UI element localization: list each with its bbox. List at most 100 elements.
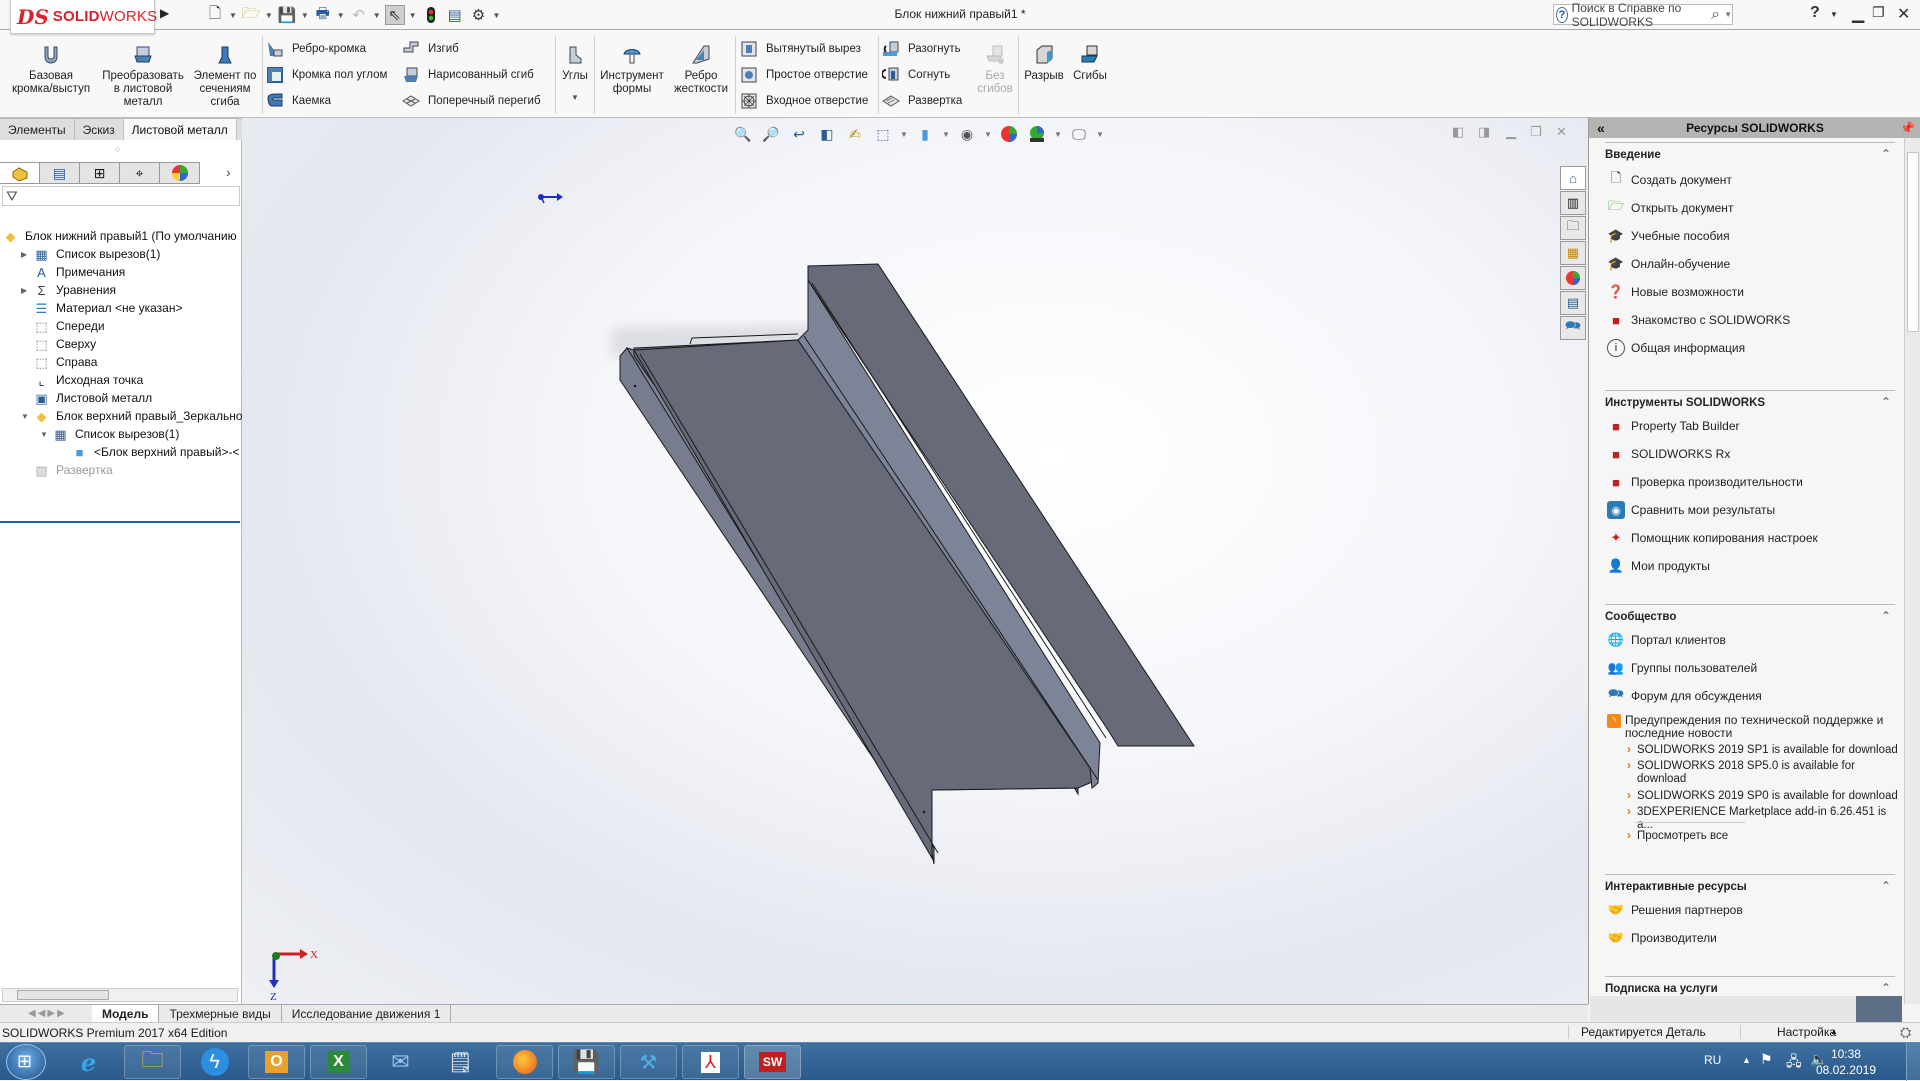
task-pane-scrollbar-thumb[interactable] xyxy=(1907,152,1919,332)
section-subscription-header[interactable]: Подписка на услуги ⌃ xyxy=(1605,976,1895,995)
lofted-bend-button[interactable]: Элемент по сечениям сгиба xyxy=(190,44,260,109)
news-link[interactable]: SOLIDWORKS 2019 SP0 is available for dow… xyxy=(1627,790,1905,803)
tree-item[interactable]: ▣ Листовой металл xyxy=(21,388,152,408)
miter-flange-button[interactable]: Кромка пол углом xyxy=(266,66,387,84)
section-online-resources-header[interactable]: Интерактивные ресурсы ⌃ xyxy=(1605,874,1895,893)
tree-item[interactable]: ⌞ Исходная точка xyxy=(21,370,143,390)
resource-compare-results[interactable]: ◉ Сравнить мои результаты xyxy=(1607,500,1775,520)
tree-item[interactable]: ▶ ▦ Список вырезов(1) xyxy=(21,244,160,264)
corners-dropdown-icon[interactable]: ▼ xyxy=(558,91,592,104)
rebuild-status-icon[interactable]: ⛭ xyxy=(1900,1024,1911,1041)
resource-solidworks-rx[interactable]: ■ SOLIDWORKS Rx xyxy=(1607,444,1730,464)
resource-user-groups[interactable]: 👥 Группы пользователей xyxy=(1607,658,1757,678)
pin-icon[interactable]: 📌 xyxy=(1900,121,1915,135)
tree-item[interactable]: ☰ Материал <не указан> xyxy=(21,298,183,318)
tab-3d-views[interactable]: Трехмерные виды xyxy=(159,1004,282,1023)
tree-item[interactable]: ⬚ Спереди xyxy=(21,316,104,336)
help-dropdown-icon[interactable]: ▼ xyxy=(1830,10,1838,19)
resource-tutorials[interactable]: 🎓 Учебные пособия xyxy=(1607,226,1730,246)
excel-icon[interactable]: X xyxy=(310,1045,367,1079)
edge-flange-button[interactable]: Ребро-кромка xyxy=(266,40,366,58)
resource-my-products[interactable]: 👤 Мои продукты xyxy=(1607,556,1710,576)
tree-item[interactable]: ▼ ◆ Блок верхний правый_Зеркально с xyxy=(21,406,252,426)
unfold-button[interactable]: Разогнуть xyxy=(882,40,961,58)
collapse-caret-icon[interactable]: ⌃ xyxy=(1881,609,1891,623)
fold-button[interactable]: Согнуть xyxy=(882,66,950,84)
panel-splitter-handle[interactable]: ○ xyxy=(115,144,120,154)
configuration-manager-tab[interactable]: ⊞ xyxy=(80,162,120,184)
sketched-bend-button[interactable]: Нарисованный сгиб xyxy=(402,66,534,84)
show-desktop-button[interactable] xyxy=(1906,1043,1920,1081)
insert-bends-button[interactable]: Сгибы xyxy=(1068,44,1112,83)
collapse-caret-icon[interactable]: ⌃ xyxy=(1881,981,1891,995)
expand-toggle-icon[interactable]: ▼ xyxy=(40,430,52,439)
tab-navigation-arrows-icon[interactable]: ◀◀▶▶ xyxy=(0,1008,70,1019)
news-link[interactable]: SOLIDWORKS 2018 SP5.0 is available for d… xyxy=(1627,760,1905,786)
view-all-news-link[interactable]: Просмотреть все xyxy=(1627,830,1905,843)
tab-model[interactable]: Модель xyxy=(92,1004,160,1023)
resource-manufacturers[interactable]: 🤝 Производители xyxy=(1607,928,1717,948)
horizontal-scrollbar[interactable] xyxy=(2,988,238,1002)
cam-app-icon[interactable]: ⚒ xyxy=(620,1045,677,1079)
simple-hole-button[interactable]: Простое отверстие xyxy=(740,66,868,84)
gusset-button[interactable]: Ребро жесткости xyxy=(670,44,732,96)
system-clock[interactable]: 10:38 08.02.2019 xyxy=(1816,1046,1876,1078)
hem-button[interactable]: Каемка xyxy=(266,92,331,110)
resource-online-learning[interactable]: 🎓 Онлайн-обучение xyxy=(1607,254,1730,274)
tab-motion-study[interactable]: Исследование движения 1 xyxy=(282,1004,452,1023)
convert-sheet-metal-button[interactable]: Преобразовать в листовой металл xyxy=(98,44,188,109)
save-app-icon[interactable]: 💾 xyxy=(558,1045,615,1079)
vent-button[interactable]: Входное отверстие xyxy=(740,92,868,110)
notepad-icon[interactable]: 🗒 xyxy=(432,1045,489,1079)
forming-tool-button[interactable]: Инструмент формы xyxy=(597,44,667,96)
acrobat-icon[interactable]: ⅄ xyxy=(682,1045,739,1079)
action-center-flag-icon[interactable]: ⚑ xyxy=(1760,1051,1773,1068)
show-hidden-icons-icon[interactable]: ▲ xyxy=(1742,1055,1751,1065)
news-link[interactable]: SOLIDWORKS 2019 SP1 is available for dow… xyxy=(1627,744,1905,757)
solidworks-logo[interactable]: DS SOLIDWORKS xyxy=(10,0,157,34)
resource-customer-portal[interactable]: 🌐 Портал клиентов xyxy=(1607,630,1726,650)
tree-item[interactable]: ⬚ Сверху xyxy=(21,334,96,354)
resource-general-info[interactable]: i Общая информация xyxy=(1607,338,1745,358)
section-intro-header[interactable]: Введение ⌃ xyxy=(1605,142,1895,161)
tree-item[interactable]: ■ <Блок верхний правый>-< xyxy=(59,442,240,462)
units-dropdown-icon[interactable]: ▲ xyxy=(1830,1027,1838,1036)
units-selector[interactable]: Настройка xyxy=(1740,1025,1860,1039)
resource-whats-new[interactable]: ❓ Новые возможности xyxy=(1607,282,1744,302)
collapse-caret-icon[interactable]: ⌃ xyxy=(1881,395,1891,409)
search-icon[interactable]: ⌕ xyxy=(1711,6,1720,24)
collapse-caret-icon[interactable]: ⌃ xyxy=(1881,147,1891,161)
close-button[interactable]: ✕ xyxy=(1897,4,1910,24)
sheet-metal-part-model[interactable] xyxy=(242,118,1588,1004)
network-icon[interactable]: 🖧 xyxy=(1786,1051,1802,1075)
resource-performance-benchmark[interactable]: ■ Проверка производительности xyxy=(1607,472,1803,492)
feature-filter-input[interactable]: ⛛ xyxy=(2,186,240,206)
property-manager-tab[interactable]: ▤ xyxy=(40,162,80,184)
tab-sheet-metal[interactable]: Листовой металл xyxy=(123,118,237,140)
search-dropdown-icon[interactable]: ▼ xyxy=(1724,10,1732,19)
display-manager-tab[interactable] xyxy=(160,162,200,184)
cross-break-button[interactable]: Поперечный перегиб xyxy=(402,92,541,110)
feature-tree-tab[interactable] xyxy=(0,162,40,184)
internet-explorer-icon[interactable]: e xyxy=(60,1045,117,1079)
resource-new-document[interactable]: 🗋 Создать документ xyxy=(1607,170,1732,190)
file-explorer-icon[interactable]: 🗀 xyxy=(124,1045,181,1079)
help-button[interactable]: ? xyxy=(1810,4,1820,22)
scrollbar-thumb[interactable] xyxy=(17,990,109,1000)
help-search-input[interactable]: ? Поиск в Справке по SOLIDWORKS ⌕ ▼ xyxy=(1553,1,1733,29)
resource-discussion-forum[interactable]: 🗪 Форум для обсуждения xyxy=(1607,686,1762,706)
dimxpert-tab[interactable]: ⌖ xyxy=(120,162,160,184)
outlook-icon[interactable]: O xyxy=(248,1045,305,1079)
resource-open-document[interactable]: 🗁 Открыть документ xyxy=(1607,198,1734,218)
jog-button[interactable]: Изгиб xyxy=(402,40,459,58)
language-indicator[interactable]: RU xyxy=(1704,1053,1721,1067)
task-pane-scrollbar[interactable] xyxy=(1904,138,1920,1004)
section-tools-header[interactable]: Инструменты SOLIDWORKS ⌃ xyxy=(1605,390,1895,409)
expand-toggle-icon[interactable]: ▶ xyxy=(21,250,33,259)
no-bends-button[interactable]: Без сгибов xyxy=(975,44,1015,96)
resource-copy-settings-wizard[interactable]: ✦ Помощник копирования настроек xyxy=(1607,528,1818,548)
collapse-task-pane-icon[interactable]: « xyxy=(1597,120,1605,136)
solidworks-2017-icon[interactable]: SW xyxy=(744,1045,801,1079)
resource-property-tab-builder[interactable]: ■ Property Tab Builder xyxy=(1607,416,1739,436)
graphics-area[interactable]: 🔍 🔎 ↩ ◧ ✍ ⬚ ▼ ▮ ▼ ◉ ▼ ▼ 🖵 ▼ ◧ ◨ ▁ ❐ ✕ ⌂ ▥ 🗀 … xyxy=(242,118,1588,1004)
